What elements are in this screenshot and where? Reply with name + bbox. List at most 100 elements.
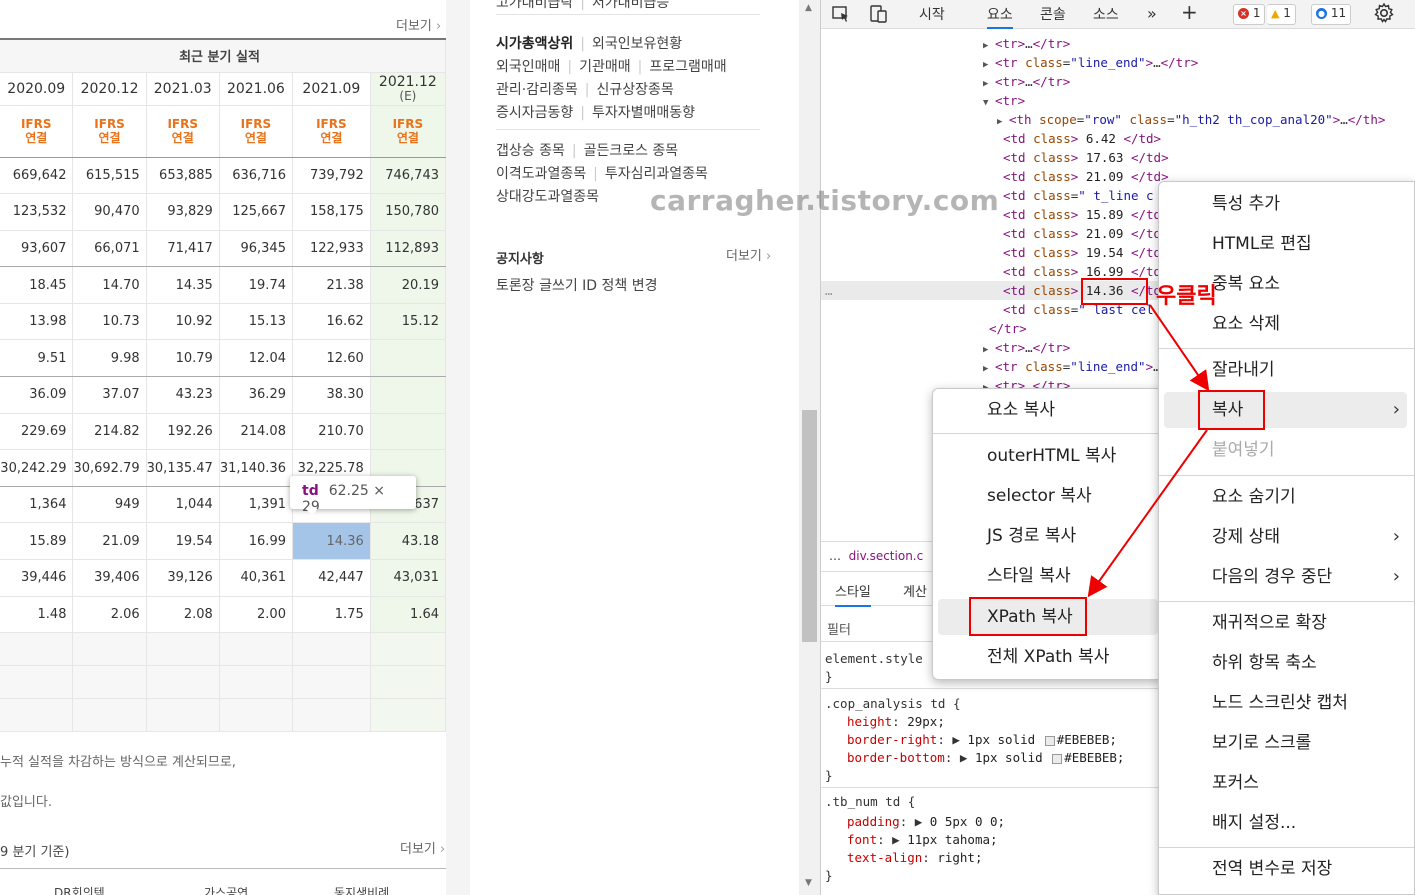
tab-styles[interactable]: 스타일: [835, 581, 871, 607]
table-row: 15.89 21.09 19.54 16.99 14.36 43.18: [0, 522, 446, 561]
link-item[interactable]: 신규상장종목: [596, 82, 673, 98]
link-item[interactable]: 이격도과열종목: [496, 166, 586, 182]
table-cell: 12.04: [219, 339, 293, 378]
copy-menu-item[interactable]: selector 복사: [987, 478, 1092, 514]
color-swatch[interactable]: [1044, 735, 1055, 746]
link-item[interactable]: 시가총액상위: [496, 36, 573, 52]
tab-sources[interactable]: 소스: [1093, 4, 1119, 24]
dom-node[interactable]: <td class> 21.09 </td>: [1003, 167, 1169, 186]
context-menu-item[interactable]: 요소 삭제: [1212, 306, 1415, 342]
breadcrumb-item[interactable]: div.section.c: [849, 549, 924, 563]
table-cell: 40,361: [219, 559, 293, 597]
context-menu-item[interactable]: 잘라내기: [1212, 352, 1415, 388]
dom-node[interactable]: <td class> 21.09 </td>: [1003, 224, 1169, 243]
tab-computed[interactable]: 계산: [903, 581, 927, 600]
table-cell: 15.13: [219, 303, 293, 341]
dom-node[interactable]: ▶ <th scope="row" class="h_th2 th_cop_ana…: [997, 110, 1385, 129]
table-cell: 16.62: [292, 303, 371, 341]
table-row: 123,532 90,470 93,829 125,667 158,175 150,780: [0, 193, 446, 231]
link-row: 고가대비급락 | 저가대비급등: [496, 0, 760, 15]
link-item[interactable]: 증시자금동향: [496, 105, 573, 121]
inspect-icon[interactable]: [831, 4, 851, 28]
gear-icon[interactable]: [1373, 2, 1395, 28]
more-link[interactable]: 더보기: [396, 15, 441, 34]
context-menu-item[interactable]: 중복 요소: [1212, 266, 1415, 302]
dom-node[interactable]: ▶<tr>…</tr>: [983, 72, 1070, 91]
dom-node[interactable]: ▶<tr>…</tr>: [983, 338, 1070, 357]
table-cell: 14.35: [146, 266, 220, 304]
tab-console[interactable]: 콘솔: [1040, 4, 1066, 24]
copy-menu-item[interactable]: JS 경로 복사: [987, 518, 1076, 554]
menu-item-label: 중복 요소: [1212, 274, 1280, 294]
dom-node[interactable]: ▼ <tr>: [983, 91, 1025, 110]
context-menu-item[interactable]: 다음의 경우 중단 ›: [1212, 559, 1415, 595]
collapse-triangle-icon[interactable]: ▼: [983, 94, 995, 113]
link-item[interactable]: 투자자별매매동향: [592, 105, 695, 121]
css-selector: .tb_num td {: [825, 794, 916, 809]
notice-more-link[interactable]: 더보기: [726, 245, 771, 264]
table-row: 36.09 37.07 43.23 36.29 38.30: [0, 376, 446, 414]
context-menu-item[interactable]: 전역 변수로 저장: [1212, 851, 1415, 887]
context-menu-item[interactable]: 배지 설정...: [1212, 805, 1415, 841]
table-row: 669,642 615,515 653,885 636,716 739,792 746,7…: [0, 157, 446, 195]
copy-menu-item[interactable]: 요소 복사: [987, 392, 1055, 428]
context-menu-item[interactable]: 강제 상태 ›: [1212, 519, 1415, 555]
link-item[interactable]: 상대강도과열종목: [496, 189, 599, 205]
link-item[interactable]: 관리·감리종목: [496, 82, 578, 98]
context-menu-item[interactable]: 하위 항목 축소: [1212, 645, 1415, 681]
more-link[interactable]: 더보기: [400, 838, 445, 857]
tab-elements[interactable]: 요소: [987, 4, 1013, 29]
link-item[interactable]: 골든크로스 종목: [584, 143, 679, 159]
table-cell: 18.45: [0, 266, 74, 304]
context-menu-item[interactable]: 포커스: [1212, 765, 1415, 801]
info-badge[interactable]: ● 11: [1311, 4, 1352, 25]
dom-node[interactable]: </tr>: [989, 319, 1027, 338]
scrollbar-thumb[interactable]: [802, 410, 817, 642]
context-menu-item[interactable]: HTML로 편집: [1212, 226, 1415, 262]
context-menu-item[interactable]: 노드 스크린샷 캡처: [1212, 685, 1415, 721]
dom-node[interactable]: <td class> 19.54 </td>: [1003, 243, 1169, 262]
error-badge[interactable]: × 1: [1233, 4, 1266, 25]
dom-node[interactable]: <td class> 17.63 </td>: [1003, 148, 1169, 167]
css-line: }: [825, 768, 833, 783]
color-swatch[interactable]: [1052, 753, 1063, 764]
link-item[interactable]: 외국인매매: [496, 59, 560, 75]
table-cell: 37.07: [72, 376, 147, 414]
device-toolbar-icon[interactable]: [869, 4, 889, 28]
dom-node[interactable]: <td class> 6.42 </td>: [1003, 129, 1161, 148]
dom-node[interactable]: ▶<tr>…</tr>: [983, 34, 1070, 53]
context-menu-item[interactable]: 특성 추가: [1212, 186, 1415, 222]
context-menu-item[interactable]: 재귀적으로 확장: [1212, 605, 1415, 641]
dom-node[interactable]: ▶<tr class="line_end">…</tr>: [983, 53, 1198, 72]
dom-node[interactable]: <td class=" t_line c: [1003, 186, 1154, 205]
context-menu-item[interactable]: 보기로 스크롤: [1212, 725, 1415, 761]
menu-item-label: 잘라내기: [1212, 360, 1275, 380]
link-item[interactable]: 저가대비급등: [592, 0, 669, 11]
add-tab-icon[interactable]: +: [1181, 0, 1198, 24]
link-item[interactable]: 기관매매: [579, 59, 631, 75]
tab-start[interactable]: 시작: [919, 4, 945, 24]
copy-menu-item[interactable]: 스타일 복사: [987, 558, 1071, 594]
dom-node[interactable]: <td class> 15.89 </td>: [1003, 205, 1169, 224]
context-menu-item[interactable]: 요소 숨기기: [1212, 479, 1415, 515]
notice-item[interactable]: 토론장 글쓰기 ID 정책 변경: [496, 275, 760, 298]
separator: |: [580, 0, 585, 11]
table-cell: 31,140.36: [219, 449, 293, 487]
table-header: 동지생비례: [334, 886, 390, 895]
table-cell: 39,126: [146, 559, 220, 597]
copy-menu-item[interactable]: outerHTML 복사: [987, 438, 1116, 474]
page-scrollbar[interactable]: ▲ ▼: [799, 0, 820, 895]
table-cell: 30,135.47: [146, 449, 220, 487]
link-item[interactable]: 갭상승 종목: [496, 143, 565, 159]
link-item[interactable]: 고가대비급락: [496, 0, 573, 11]
copy-menu-item[interactable]: 전체 XPath 복사: [987, 639, 1109, 675]
table-cell: [292, 632, 371, 667]
warning-badge[interactable]: ▲ 1: [1267, 4, 1296, 25]
link-item[interactable]: 투자심리과열종목: [605, 166, 708, 182]
table-cell: 615,515: [72, 157, 147, 195]
more-tabs-icon[interactable]: »: [1147, 4, 1157, 23]
table-cell: [219, 665, 293, 700]
link-item[interactable]: 외국인보유현황: [592, 36, 682, 52]
table-cell: 39,406: [72, 559, 147, 597]
link-item[interactable]: 프로그램매매: [649, 59, 726, 75]
